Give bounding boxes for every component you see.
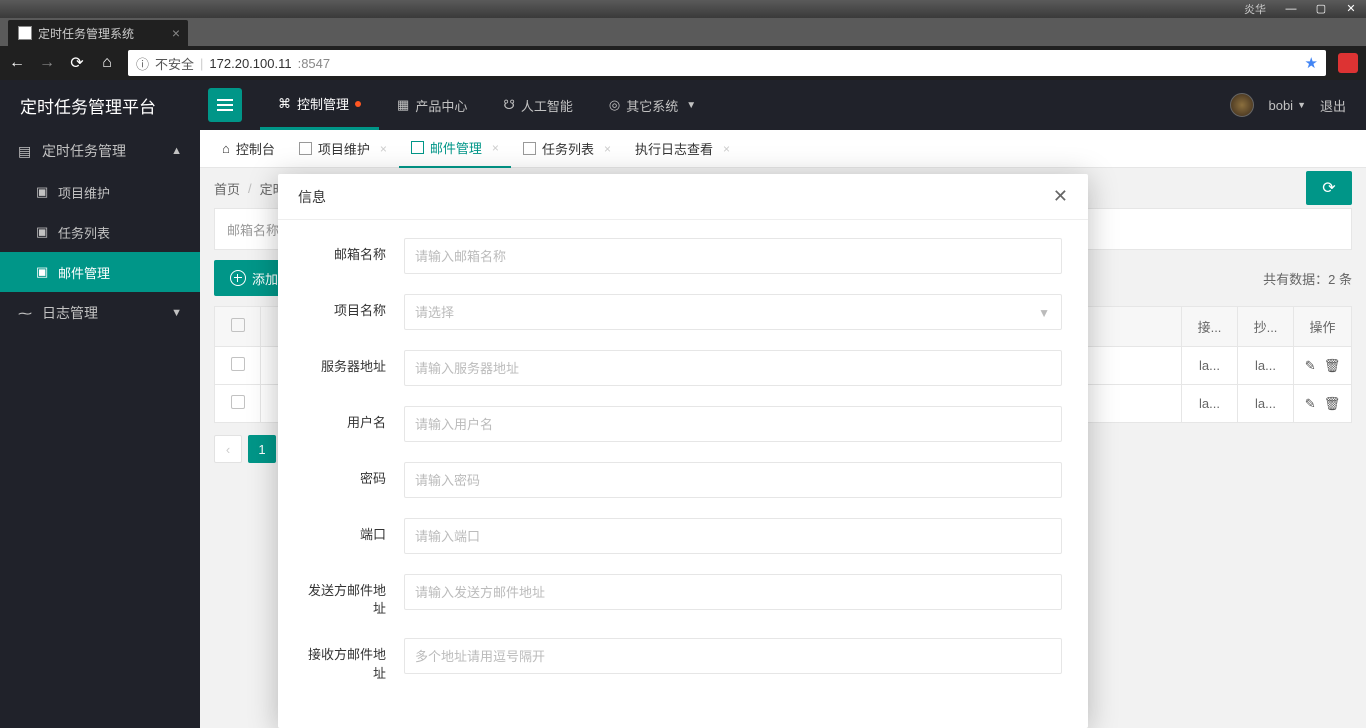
- modal-title: 信息: [298, 187, 326, 207]
- browser-tab[interactable]: 定时任务管理系统 ×: [8, 20, 188, 46]
- tab-close-icon[interactable]: ×: [172, 25, 180, 41]
- modal-overlay: 信息 ✕ 邮箱名称 项目名称 ▼ 服务器地址 用户名: [0, 130, 1366, 728]
- label-server: 服务器地址: [304, 350, 404, 386]
- url-bar[interactable]: ⓘ 不安全 | 172.20.100.11:8547 ★: [128, 50, 1326, 76]
- window-titlebar: 炎华 — ▢ ✕: [0, 0, 1366, 18]
- sender-input[interactable]: [404, 574, 1062, 610]
- project-select[interactable]: [404, 294, 1062, 330]
- insecure-label: 不安全: [155, 54, 194, 73]
- server-input[interactable]: [404, 350, 1062, 386]
- grid-icon: ▦: [397, 97, 409, 113]
- port-input[interactable]: [404, 518, 1062, 554]
- extension-icon[interactable]: [1338, 53, 1358, 73]
- label-password: 密码: [304, 462, 404, 498]
- username-dropdown[interactable]: bobi ▼: [1268, 98, 1306, 113]
- password-input[interactable]: [404, 462, 1062, 498]
- window-maximize-icon[interactable]: ▢: [1306, 0, 1336, 18]
- modal-header: 信息 ✕: [278, 174, 1088, 220]
- bookmark-star-icon[interactable]: ★: [1305, 54, 1318, 72]
- info-modal: 信息 ✕ 邮箱名称 项目名称 ▼ 服务器地址 用户名: [278, 174, 1088, 728]
- url-host: 172.20.100.11: [209, 56, 291, 71]
- chevron-down-icon: ▼: [1297, 100, 1306, 110]
- top-nav-control[interactable]: ⌘ 控制管理: [260, 80, 379, 130]
- browser-tab-bar: 定时任务管理系统 ×: [0, 18, 1366, 46]
- label-port: 端口: [304, 518, 404, 554]
- receiver-input[interactable]: [404, 638, 1062, 674]
- app-title: 定时任务管理平台: [0, 93, 200, 118]
- top-nav-other[interactable]: ◎ 其它系统 ▼: [591, 80, 714, 130]
- browser-tab-title: 定时任务管理系统: [38, 25, 134, 42]
- chevron-down-icon: ▼: [686, 100, 696, 111]
- top-nav-product[interactable]: ▦ 产品中心: [379, 80, 485, 130]
- browser-nav-bar: ← → ⟳ ⌂ ⓘ 不安全 | 172.20.100.11:8547 ★: [0, 46, 1366, 80]
- mailbox-name-input[interactable]: [404, 238, 1062, 274]
- logout-button[interactable]: 退出: [1320, 96, 1346, 115]
- label-sender: 发送方邮件地址: [304, 574, 404, 618]
- forward-icon[interactable]: →: [38, 54, 56, 72]
- target-icon: ◎: [609, 97, 620, 113]
- window-minimize-icon[interactable]: —: [1276, 0, 1306, 18]
- window-close-icon[interactable]: ✕: [1336, 0, 1366, 18]
- hamburger-icon: [217, 104, 233, 106]
- favicon-icon: [18, 26, 32, 40]
- label-project: 项目名称: [304, 294, 404, 330]
- modal-close-icon[interactable]: ✕: [1053, 186, 1068, 207]
- robot-icon: ☋: [503, 97, 515, 113]
- label-username: 用户名: [304, 406, 404, 442]
- notification-dot-icon: [355, 101, 361, 107]
- console-icon: ⌘: [278, 96, 291, 112]
- os-user-label: 炎华: [1234, 1, 1276, 17]
- reload-icon[interactable]: ⟳: [68, 53, 86, 73]
- label-receiver: 接收方邮件地址: [304, 638, 404, 682]
- info-icon: ⓘ: [136, 54, 149, 73]
- back-icon[interactable]: ←: [8, 54, 26, 72]
- top-nav: ⌘ 控制管理 ▦ 产品中心 ☋ 人工智能 ◎ 其它系统 ▼: [260, 80, 714, 130]
- url-port: :8547: [298, 56, 331, 71]
- avatar[interactable]: [1230, 93, 1254, 117]
- label-mailbox-name: 邮箱名称: [304, 238, 404, 274]
- app-header: 定时任务管理平台 ⌘ 控制管理 ▦ 产品中心 ☋ 人工智能 ◎ 其它系统 ▼ b…: [0, 80, 1366, 130]
- home-icon[interactable]: ⌂: [98, 54, 116, 72]
- sidebar-toggle-button[interactable]: [208, 88, 242, 122]
- top-nav-ai[interactable]: ☋ 人工智能: [485, 80, 591, 130]
- username-input[interactable]: [404, 406, 1062, 442]
